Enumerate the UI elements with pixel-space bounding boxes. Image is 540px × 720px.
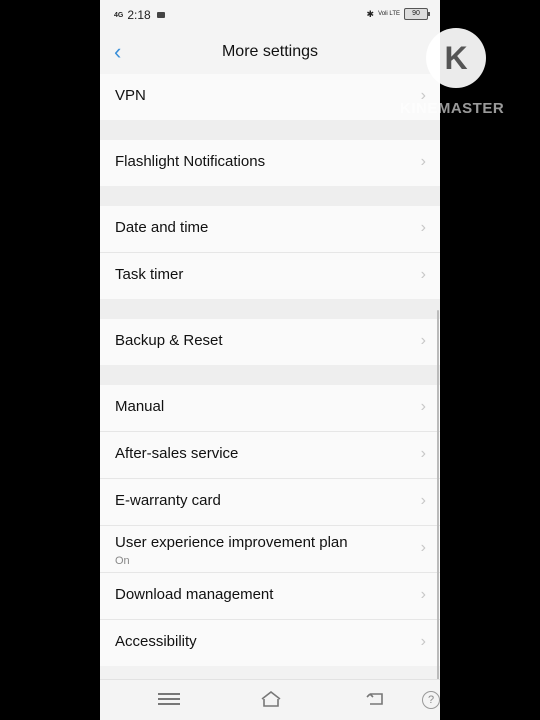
chevron-right-icon: ›: [420, 445, 426, 462]
list-item-backup-reset[interactable]: Backup & Reset ›: [100, 319, 440, 365]
phone-screen: 4G 2:18 ✱ Voli LTE 90 ‹ More settings VP…: [100, 0, 440, 720]
status-right: ✱ Voli LTE 90: [366, 8, 430, 20]
list-item-accessibility[interactable]: Accessibility ›: [100, 620, 440, 666]
group-separator: [100, 365, 440, 385]
settings-group: VPN ›: [100, 74, 440, 120]
list-item-label: VPN: [115, 87, 146, 104]
chevron-right-icon: ›: [420, 586, 426, 603]
chevron-right-icon: ›: [420, 633, 426, 650]
list-item-label: User experience improvement plan: [115, 534, 348, 551]
settings-group: Manual › After-sales service › E-warrant…: [100, 385, 440, 666]
list-item-after-sales-service[interactable]: After-sales service ›: [100, 432, 440, 479]
battery-icon: 90: [404, 8, 430, 20]
list-item-download-management[interactable]: Download management ›: [100, 573, 440, 620]
menu-icon[interactable]: [158, 690, 180, 710]
volte-indicator: Voli LTE: [378, 11, 400, 17]
back-nav-icon[interactable]: [364, 690, 386, 710]
settings-list: VPN › Flashlight Notifications › Date an…: [100, 74, 440, 666]
kinemaster-logo-icon: K: [426, 28, 486, 88]
list-item-task-timer[interactable]: Task timer ›: [100, 253, 440, 299]
page-title: More settings: [221, 43, 319, 60]
kinemaster-watermark: K KINEMASTER: [400, 28, 515, 123]
settings-group: Flashlight Notifications ›: [100, 140, 440, 186]
group-separator: [100, 299, 440, 319]
clock: 2:18: [127, 8, 151, 22]
chevron-right-icon: ›: [420, 153, 426, 170]
settings-group: Date and time › Task timer ›: [100, 206, 440, 299]
list-item-e-warranty-card[interactable]: E-warranty card ›: [100, 479, 440, 526]
list-item-label: Accessibility: [115, 633, 197, 650]
home-icon[interactable]: [260, 690, 282, 710]
navigation-bar: ?: [100, 679, 440, 720]
status-bar: 4G 2:18 ✱ Voli LTE 90: [100, 0, 440, 30]
group-separator: [100, 120, 440, 140]
list-item-status: On: [115, 555, 130, 567]
scrollbar[interactable]: [437, 310, 439, 680]
list-item-label: Backup & Reset: [115, 332, 223, 349]
list-item-label: Flashlight Notifications: [115, 153, 266, 170]
status-left: 4G 2:18: [114, 8, 165, 22]
list-item-label: After-sales service: [115, 445, 239, 462]
list-item-manual[interactable]: Manual ›: [100, 385, 440, 432]
chevron-right-icon: ›: [420, 398, 426, 415]
chevron-right-icon: ›: [420, 539, 426, 556]
list-item-label: Download management: [115, 586, 274, 603]
list-item-flashlight-notifications[interactable]: Flashlight Notifications ›: [100, 140, 440, 186]
bluetooth-icon: ✱: [366, 8, 375, 19]
video-icon: [156, 12, 165, 18]
chevron-right-icon: ›: [420, 332, 426, 349]
help-icon[interactable]: ?: [422, 691, 440, 709]
list-item-user-experience-plan[interactable]: User experience improvement plan On ›: [100, 526, 440, 573]
app-header: ‹ More settings: [100, 30, 440, 74]
list-item-vpn[interactable]: VPN ›: [100, 74, 440, 120]
settings-group: Backup & Reset ›: [100, 319, 440, 365]
list-item-label: Task timer: [115, 266, 184, 283]
network-indicator: 4G: [114, 11, 124, 19]
watermark-logo-letter: K: [444, 40, 468, 76]
chevron-right-icon: ›: [420, 219, 426, 236]
list-item-date-and-time[interactable]: Date and time ›: [100, 206, 440, 253]
list-item-label: E-warranty card: [115, 492, 221, 509]
watermark-text: KINEMASTER: [400, 100, 505, 117]
list-item-label: Date and time: [115, 219, 209, 236]
chevron-right-icon: ›: [420, 266, 426, 283]
chevron-right-icon: ›: [420, 492, 426, 509]
list-item-label: Manual: [115, 398, 165, 415]
group-separator: [100, 186, 440, 206]
